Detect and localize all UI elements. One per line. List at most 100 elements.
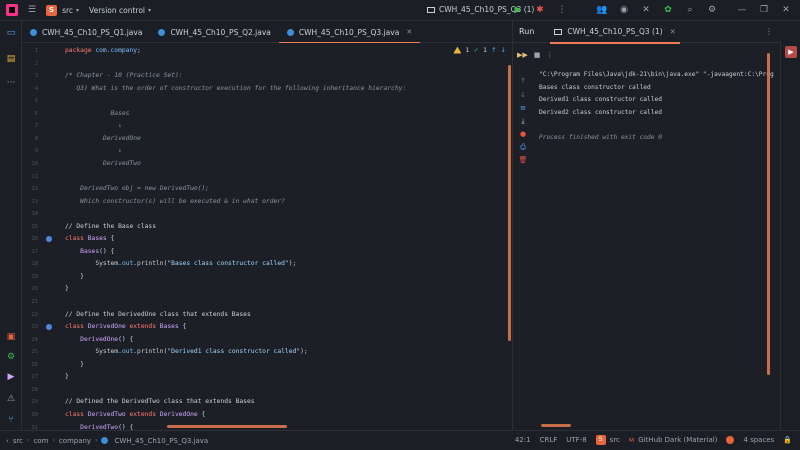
chevron-right-icon: › <box>95 437 98 444</box>
tab-label: CWH_45_Ch10_PS_Q3.java <box>298 27 400 37</box>
print-icon[interactable]: ⎙ <box>518 142 528 152</box>
code-token: ); <box>288 260 297 268</box>
breadcrumb-item[interactable]: CWH_45_Ch10_PS_Q3.java <box>114 437 208 445</box>
run-tool-icon[interactable]: ▶ <box>785 46 797 58</box>
more-tools-icon[interactable]: ··· <box>5 77 17 89</box>
code-editor[interactable]: 1 2 3 4 5 6 7 8 9 10 11 12 13 14 15 16 17 18 19 20 21 22 23 24 2… <box>22 43 512 430</box>
code-token: // Define the Base class <box>65 222 156 230</box>
implementation-marker-icon[interactable] <box>46 324 52 331</box>
scroll-up-icon[interactable]: ↑ <box>518 76 528 86</box>
code-token: "Bases class constructor called" <box>167 260 289 268</box>
minimize-icon[interactable]: — <box>736 3 748 17</box>
structure-tool-icon[interactable]: ▤ <box>5 53 17 65</box>
code-line: } <box>65 361 84 368</box>
problems-icon[interactable]: ⚠ <box>5 393 17 405</box>
code-line: DerivedTwo <box>65 160 141 167</box>
arrow-down-icon[interactable]: ↓ <box>501 46 506 54</box>
trash-icon[interactable]: 🗑 <box>518 155 528 165</box>
soft-wrap-icon[interactable]: ≡ <box>518 103 528 113</box>
scroll-down-icon[interactable]: ↓ <box>518 90 528 100</box>
run-icon[interactable]: ▶ <box>512 3 524 17</box>
run-config-icon <box>427 6 435 13</box>
collab-icon[interactable]: 👥 <box>596 3 608 17</box>
code-line: DerivedOne() { <box>65 336 133 343</box>
version-control-menu[interactable]: Version control <box>89 6 145 15</box>
more-vertical-icon[interactable]: ⋮ <box>556 3 568 17</box>
lock-icon[interactable]: 🔒 <box>783 436 792 444</box>
module-name[interactable]: src <box>610 436 620 444</box>
console-line: "C:\Program Files\Java\jdk-21\bin\java.e… <box>539 71 774 78</box>
tab-q2[interactable]: CWH_45_Ch10_PS_Q2.java <box>150 21 278 43</box>
warning-icon <box>453 46 462 54</box>
plugins-icon[interactable]: ⚙ <box>5 351 17 363</box>
stop-icon[interactable]: ■ <box>534 51 541 59</box>
code-token: class <box>65 323 88 331</box>
tab-q3[interactable]: CWH_45_Ch10_PS_Q3.java ✕ <box>278 21 421 44</box>
pin-icon[interactable]: ● <box>518 129 528 139</box>
close-tab-icon[interactable]: ✕ <box>670 28 676 36</box>
code-line: class DerivedOne extends Bases { <box>65 323 186 330</box>
settings-icon[interactable]: ⚙ <box>706 3 718 17</box>
ai-assistant-icon[interactable]: ✿ <box>662 3 674 17</box>
ide-logo-icon <box>6 4 18 16</box>
code-line: } <box>65 285 69 292</box>
editor-vertical-scrollbar[interactable] <box>508 65 511 341</box>
java-file-icon <box>30 28 37 36</box>
restore-icon[interactable]: ❐ <box>758 3 770 17</box>
caret-position[interactable]: 42:1 <box>515 436 531 444</box>
chevron-down-icon[interactable]: ▾ <box>76 7 79 14</box>
services-icon[interactable]: ▣ <box>5 331 17 343</box>
breadcrumb-item[interactable]: com <box>33 437 48 445</box>
tab-label: CWH_45_Ch10_PS_Q1.java <box>42 27 143 37</box>
code-line: System.out.println("Bases class construc… <box>65 260 296 267</box>
project-tool-icon[interactable]: ▭ <box>5 27 17 39</box>
indent-setting[interactable]: 4 spaces <box>743 436 774 444</box>
tools-icon[interactable]: ✕ <box>640 3 652 17</box>
chevron-left-icon[interactable]: ‹ <box>6 437 9 445</box>
code-token: // Defined the DerivedTwo class that ext… <box>65 398 255 406</box>
console-vertical-scrollbar[interactable] <box>767 53 770 375</box>
debug-icon[interactable]: ✱ <box>534 3 546 17</box>
more-horizontal-icon[interactable]: ⋮ <box>546 51 553 59</box>
main-menu-icon[interactable]: ☰ <box>28 5 36 15</box>
theme-name[interactable]: GitHub Dark (Material) <box>638 436 717 444</box>
line-number: 10 <box>31 160 38 167</box>
inspection-widget[interactable]: 1 ✓ 1 ↑ ↓ <box>453 46 506 54</box>
console-horizontal-scrollbar[interactable] <box>541 424 571 427</box>
breadcrumb-item[interactable]: company <box>59 437 91 445</box>
git-icon[interactable]: ⑂ <box>5 414 17 426</box>
arrow-up-icon[interactable]: ↑ <box>491 46 496 54</box>
code-line: ↓ <box>65 147 122 154</box>
warning-count: 1 <box>465 46 470 54</box>
terminal-icon[interactable]: ▶ <box>5 371 17 383</box>
tab-q1[interactable]: CWH_45_Ch10_PS_Q1.java <box>22 21 150 43</box>
run-tab[interactable]: CWH_45_Ch10_PS_Q3 (1) ✕ <box>550 21 680 44</box>
code-token: } <box>65 285 69 293</box>
code-line: /* Chapter - 10 (Practice Set): <box>65 72 183 79</box>
status-bar: ‹ src › com › company › CWH_45_Ch10_PS_Q… <box>0 430 800 450</box>
scroll-to-end-icon[interactable]: ⤓ <box>518 116 528 126</box>
editor-horizontal-scrollbar[interactable] <box>167 425 287 428</box>
record-icon[interactable]: ◉ <box>618 3 630 17</box>
rerun-icon[interactable]: ▶▶ <box>517 51 528 59</box>
code-token: DerivedTwo obj = new DerivedTwo(); <box>65 185 210 193</box>
more-vertical-icon[interactable]: ⋮ <box>765 27 773 36</box>
breadcrumb-item[interactable]: src <box>13 437 23 445</box>
project-name[interactable]: src <box>62 6 73 15</box>
line-number: 14 <box>31 211 38 218</box>
code-line: // Define the Base class <box>65 223 156 230</box>
file-encoding[interactable]: UTF-8 <box>566 436 586 444</box>
line-separator[interactable]: CRLF <box>540 436 558 444</box>
close-tab-icon[interactable]: ✕ <box>406 28 412 36</box>
code-token: DerivedOne <box>80 335 119 343</box>
notification-icon[interactable] <box>726 436 735 444</box>
chevron-right-icon: › <box>52 437 55 444</box>
code-line: System.out.println("Derived1 class const… <box>65 348 308 356</box>
chevron-down-icon[interactable]: ▾ <box>148 7 151 14</box>
code-token: ); <box>300 348 308 356</box>
line-number: 16 <box>31 236 38 243</box>
implementation-marker-icon[interactable] <box>46 236 52 243</box>
close-icon[interactable]: ✕ <box>780 3 792 17</box>
search-icon[interactable]: ⌕ <box>684 3 696 17</box>
